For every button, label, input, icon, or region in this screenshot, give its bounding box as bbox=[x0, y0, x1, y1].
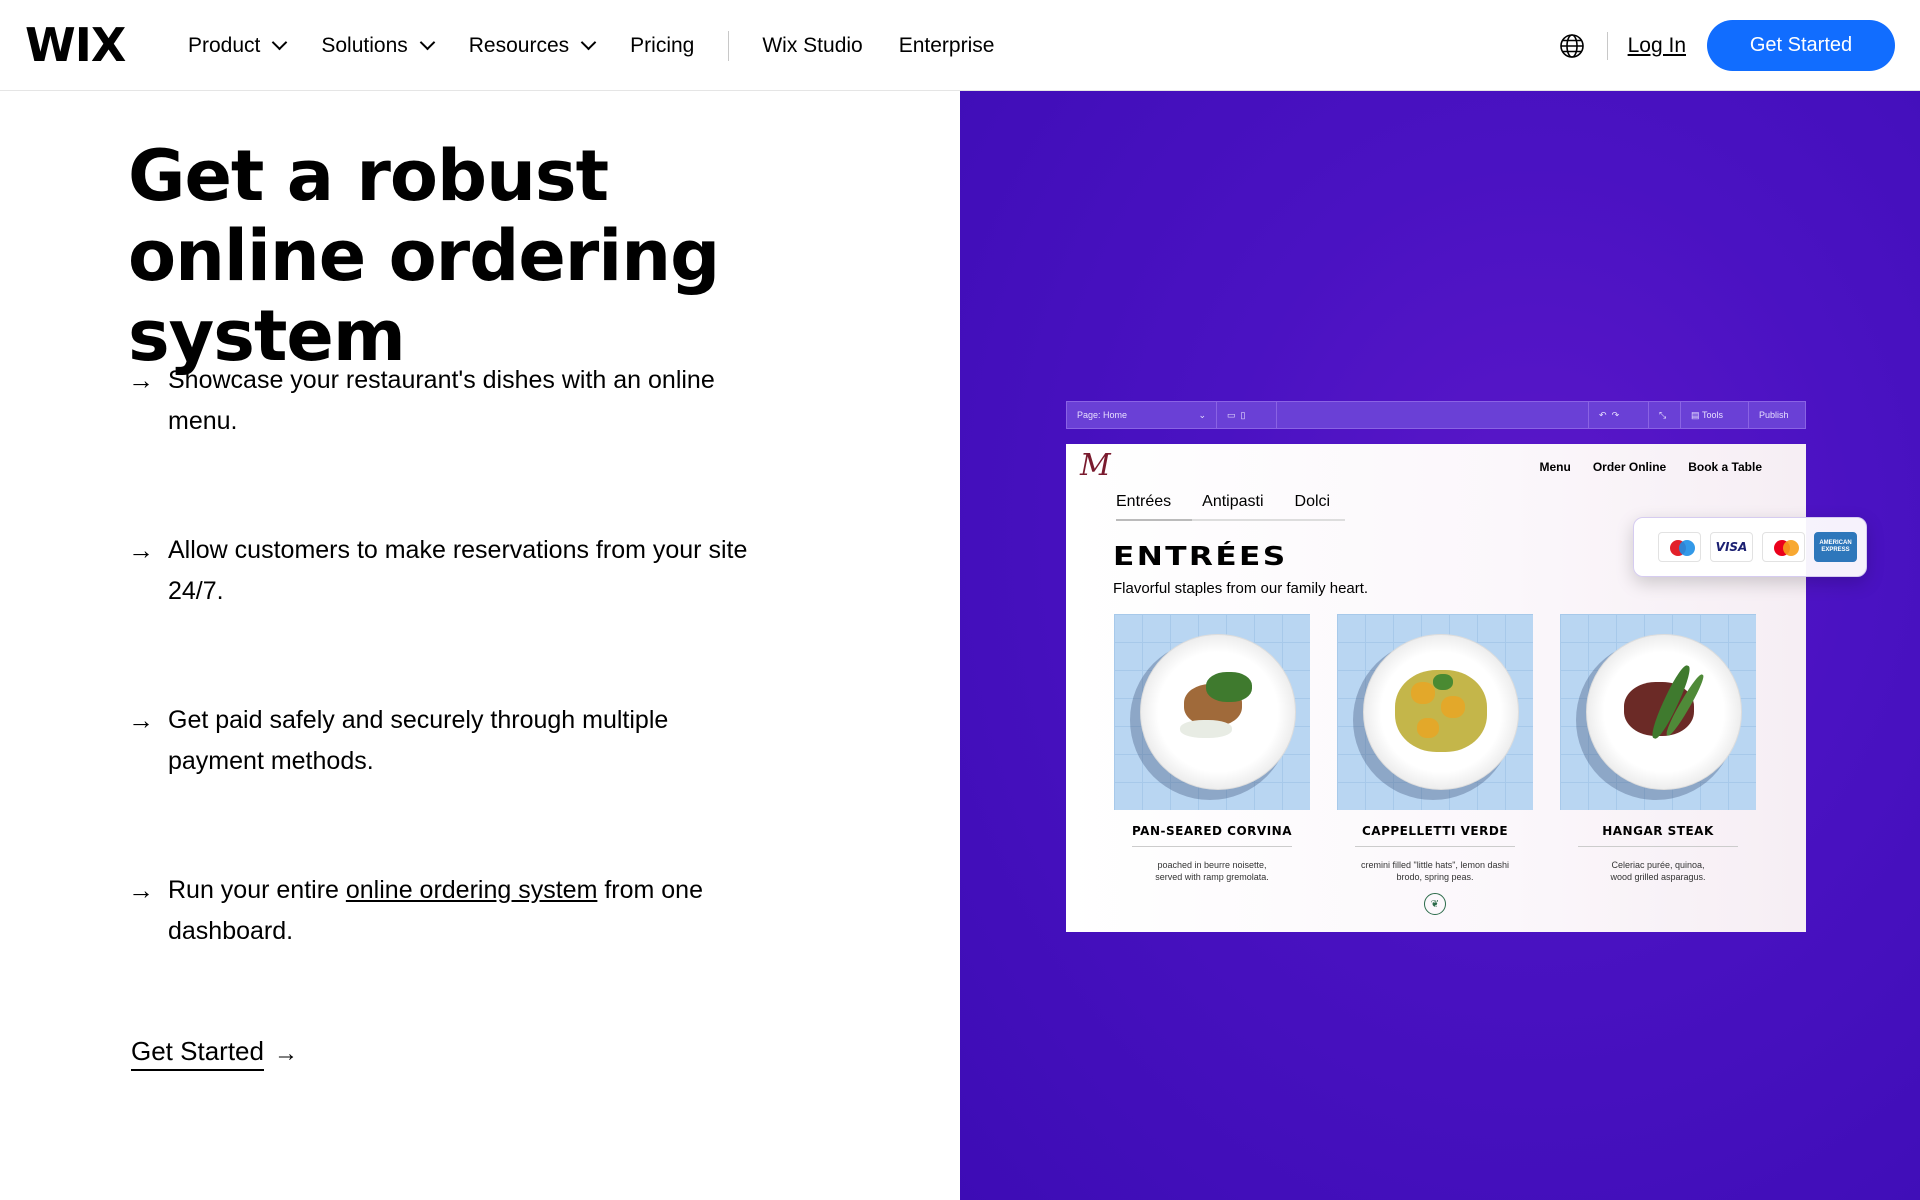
chevron-down-icon bbox=[272, 34, 288, 51]
maestro-logo bbox=[1658, 532, 1701, 562]
menu-tab: Dolci bbox=[1294, 493, 1331, 510]
dish-card: PAN-SEARED CORVINA poached in beurre noi… bbox=[1114, 614, 1310, 883]
feature-text-start: Run your entire bbox=[168, 876, 346, 904]
dish-photo bbox=[1560, 614, 1756, 810]
mastercard-logo bbox=[1762, 532, 1805, 562]
site-header: WIX Product Solutions Resources Pricing … bbox=[0, 0, 1920, 91]
feature-text: Showcase your restaurant's dishes with a… bbox=[168, 366, 715, 435]
menu-tab: Entrées bbox=[1116, 493, 1172, 510]
device-switcher: ▭ ▯ bbox=[1217, 402, 1277, 428]
feature-item: → Allow customers to make reservations f… bbox=[128, 530, 768, 612]
nav-pricing[interactable]: Pricing bbox=[630, 34, 694, 58]
restaurant-logo: M bbox=[1080, 448, 1111, 483]
publish-label: Publish bbox=[1759, 410, 1789, 420]
dish-description: Celeriac purée, quinoa, wood grilled asp… bbox=[1610, 860, 1706, 882]
dish-name: HANGAR STEAK bbox=[1602, 824, 1714, 838]
payment-methods-card: VISA AMERICAN EXPRESS bbox=[1633, 517, 1867, 577]
menu-tabs: Entrées Antipasti Dolci bbox=[1116, 493, 1361, 511]
feature-text: Allow customers to make reservations fro… bbox=[168, 536, 748, 605]
page-selector: Page: Home ⌄ bbox=[1067, 402, 1217, 428]
menu-tab: Antipasti bbox=[1202, 493, 1264, 510]
arrow-right-icon: → bbox=[128, 705, 154, 735]
online-ordering-system-link[interactable]: online ordering system bbox=[346, 876, 598, 904]
chevron-down-icon: ⌄ bbox=[1198, 409, 1206, 420]
nav-resources-label: Resources bbox=[468, 33, 570, 57]
feature-item: → Get paid safely and securely through m… bbox=[128, 700, 768, 782]
page-selector-label: Page: Home bbox=[1077, 410, 1128, 420]
zoom-out-icon: ⤡ bbox=[1649, 402, 1681, 428]
dish-card: HANGAR STEAK Celeriac purée, quinoa, woo… bbox=[1560, 614, 1756, 883]
desktop-icon: ▭ bbox=[1227, 409, 1236, 420]
visa-logo: VISA bbox=[1710, 532, 1753, 562]
tools-menu: ▤ Tools bbox=[1681, 402, 1749, 428]
arrow-right-icon: → bbox=[128, 365, 154, 395]
toolbar-spacer bbox=[1277, 402, 1589, 428]
hero-title: Get a robust online ordering system bbox=[128, 135, 720, 377]
get-started-link[interactable]: Get Started → bbox=[131, 1036, 298, 1071]
arrow-right-icon: → bbox=[273, 1039, 298, 1067]
nav-enterprise-label: Enterprise bbox=[898, 33, 995, 57]
dish-photo bbox=[1337, 614, 1533, 810]
dish-description: poached in beurre noisette, served with … bbox=[1155, 860, 1269, 882]
amex-logo: AMERICAN EXPRESS bbox=[1814, 532, 1857, 562]
redo-icon: ↷ bbox=[1611, 409, 1620, 420]
main-nav: Product Solutions Resources Pricing Wix … bbox=[188, 0, 1030, 91]
globe-icon[interactable] bbox=[1559, 33, 1585, 59]
arrow-right-icon: → bbox=[128, 875, 154, 905]
preview-panel: Page: Home ⌄ ▭ ▯ ↶ ↷ ⤡ ▤ Tools Publish M… bbox=[960, 91, 1920, 1200]
nav-solutions-label: Solutions bbox=[321, 33, 408, 57]
site-menu-item: Menu bbox=[1539, 460, 1571, 474]
site-menu-item: Book a Table bbox=[1688, 460, 1762, 474]
nav-resources[interactable]: Resources bbox=[468, 33, 597, 58]
feature-text: Run your entire online ordering system f… bbox=[168, 870, 768, 952]
active-tab-indicator bbox=[1116, 519, 1192, 521]
feature-item: → Run your entire online ordering system… bbox=[128, 870, 768, 952]
dish-photo bbox=[1114, 614, 1310, 810]
get-started-button[interactable]: Get Started bbox=[1707, 20, 1895, 71]
get-started-link-label: Get Started bbox=[131, 1036, 264, 1071]
mobile-icon: ▯ bbox=[1240, 409, 1246, 420]
login-link[interactable]: Log In bbox=[1628, 34, 1686, 58]
wix-logo[interactable]: WIX bbox=[25, 22, 126, 68]
dish-card: CAPPELLETTI VERDE cremini filled "little… bbox=[1337, 614, 1533, 915]
section-title: ENTRÉES bbox=[1113, 542, 1288, 572]
tools-icon: ▤ bbox=[1691, 409, 1700, 420]
vegetarian-leaf-icon: ❦ bbox=[1424, 893, 1446, 915]
site-menu: Menu Order Online Book a Table bbox=[1518, 460, 1763, 474]
nav-pricing-label: Pricing bbox=[630, 33, 695, 57]
arrow-right-icon: → bbox=[128, 535, 154, 565]
undo-icon: ↶ bbox=[1599, 409, 1607, 420]
nav-product-label: Product bbox=[188, 33, 261, 57]
header-actions: Log In Get Started bbox=[1559, 0, 1895, 91]
nav-divider bbox=[728, 30, 730, 61]
nav-solutions[interactable]: Solutions bbox=[321, 33, 436, 58]
dish-description: cremini filled "little hats", lemon dash… bbox=[1361, 860, 1509, 882]
section-subtitle: Flavorful staples from our family heart. bbox=[1113, 580, 1369, 597]
nav-wix-studio-label: Wix Studio bbox=[762, 33, 863, 57]
header-divider bbox=[1606, 31, 1608, 60]
tools-label: Tools bbox=[1702, 410, 1724, 420]
feature-item: → Showcase your restaurant's dishes with… bbox=[128, 360, 768, 442]
feature-text: Get paid safely and securely through mul… bbox=[168, 706, 669, 775]
site-menu-item: Order Online bbox=[1592, 460, 1667, 474]
nav-wix-studio[interactable]: Wix Studio bbox=[762, 34, 862, 58]
chevron-down-icon bbox=[419, 34, 436, 51]
chevron-down-icon bbox=[580, 34, 597, 51]
editor-toolbar: Page: Home ⌄ ▭ ▯ ↶ ↷ ⤡ ▤ Tools Publish bbox=[1066, 401, 1806, 429]
nav-enterprise[interactable]: Enterprise bbox=[899, 34, 995, 58]
nav-product[interactable]: Product bbox=[188, 33, 288, 58]
dish-name: CAPPELLETTI VERDE bbox=[1361, 824, 1509, 838]
dish-name: PAN-SEARED CORVINA bbox=[1131, 824, 1293, 838]
undo-redo: ↶ ↷ bbox=[1589, 402, 1649, 428]
